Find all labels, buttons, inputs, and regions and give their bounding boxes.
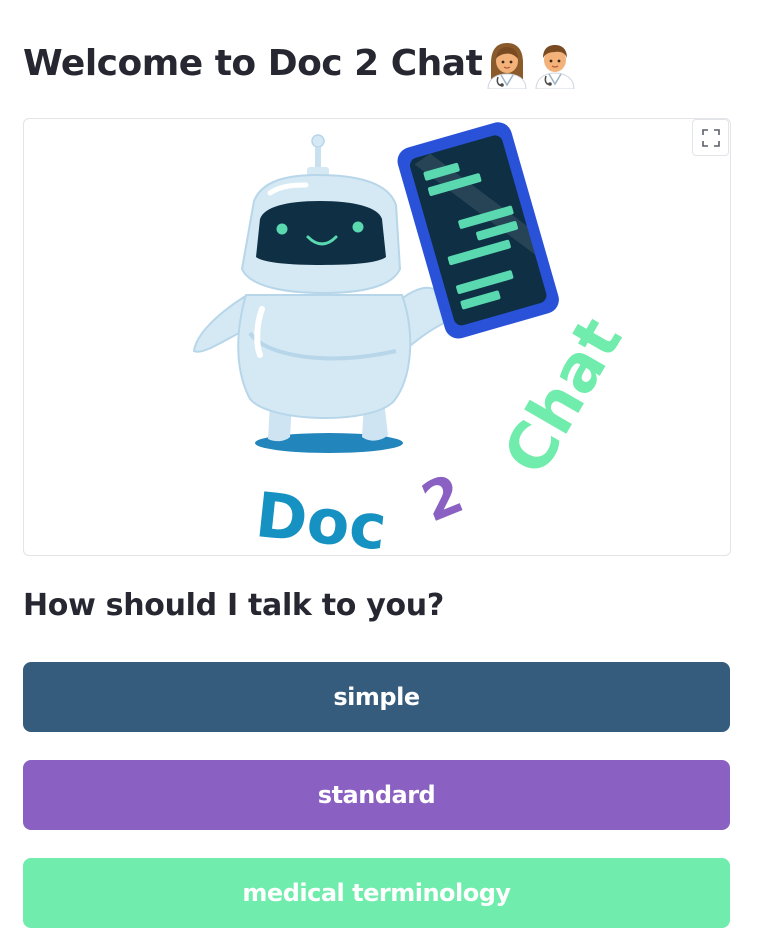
logo-word-two: 2 <box>413 462 471 534</box>
female-doctor-icon <box>487 43 527 89</box>
logo-word-doc: Doc <box>252 478 390 555</box>
robot-face <box>256 201 386 265</box>
logo-word-chat: Chat <box>490 306 637 487</box>
standard-button[interactable]: standard <box>23 760 730 830</box>
male-doctor-icon <box>535 45 575 89</box>
fullscreen-icon <box>701 128 720 147</box>
robot-right-eye <box>352 221 364 233</box>
page-title: Welcome to Doc 2 Chat <box>23 43 483 84</box>
logo-image: Doc 2 Chat <box>23 118 731 556</box>
simple-button[interactable]: simple <box>23 662 730 732</box>
tone-heading: How should I talk to you? <box>23 588 444 623</box>
app-page: Welcome to Doc 2 Chat Doc 2 Chat How sho… <box>0 0 761 945</box>
title-row: Welcome to Doc 2 Chat <box>23 36 578 92</box>
fullscreen-button[interactable] <box>692 119 729 156</box>
doc2chat-logo: Doc 2 Chat <box>192 122 637 555</box>
robot-left-eye <box>276 223 288 235</box>
robot-antenna <box>307 134 329 179</box>
medical-terminology-button[interactable]: medical terminology <box>23 858 730 928</box>
